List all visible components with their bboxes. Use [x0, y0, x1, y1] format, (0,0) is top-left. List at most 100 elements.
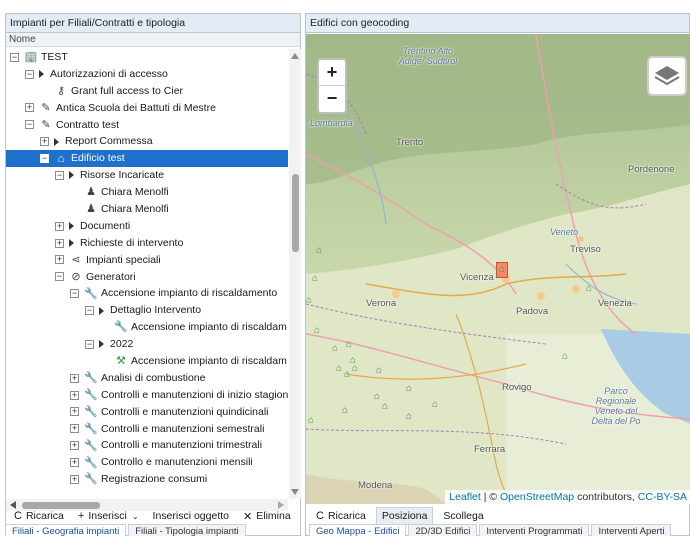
- tree-row[interactable]: ♟ Chiara Menolfi: [6, 201, 288, 218]
- scroll-thumb[interactable]: [292, 174, 299, 252]
- tree-row[interactable]: − 2022: [6, 336, 288, 353]
- tree-row[interactable]: − Autorizzazioni di accesso: [6, 66, 288, 83]
- geocoding-map[interactable]: Trentino Alto Adige/ Südtirol Lombardia …: [306, 34, 690, 504]
- osm-link[interactable]: OpenStreetMap: [500, 491, 574, 503]
- building-marker-grey[interactable]: ⌂: [376, 366, 382, 376]
- building-marker-grey[interactable]: ⌂: [382, 402, 388, 412]
- tree-row[interactable]: + ⋖ Impianti speciali: [6, 252, 288, 269]
- expand-icon[interactable]: +: [70, 441, 79, 451]
- tree-row[interactable]: − 🏢 TEST: [6, 49, 288, 66]
- tree-row-label: Chiara Menolfi: [101, 186, 169, 199]
- tab-geo-mappa[interactable]: Geo Mappa - Edifici: [309, 524, 407, 536]
- building-marker[interactable]: ⌂: [332, 344, 338, 354]
- scroll-up-icon[interactable]: [291, 53, 299, 59]
- expand-icon[interactable]: +: [70, 407, 79, 417]
- tree-row[interactable]: − ⊘ Generatori: [6, 269, 288, 286]
- expand-icon[interactable]: +: [70, 373, 79, 383]
- selected-building-marker[interactable]: ⌂: [496, 262, 509, 278]
- tab-filiali-tipologia[interactable]: Filiali - Tipologia impianti: [128, 524, 246, 536]
- expand-icon[interactable]: +: [55, 255, 64, 265]
- tree-row[interactable]: 🔧 Accensione impianto di riscaldam: [6, 319, 288, 336]
- tree-row[interactable]: ♟ Chiara Menolfi: [6, 184, 288, 201]
- collapse-icon[interactable]: −: [40, 154, 49, 164]
- tree-row[interactable]: − 🔧 Accensione impianto di riscaldamento: [6, 285, 288, 302]
- tree-row[interactable]: ⚒ Accensione impianto di riscaldam: [6, 353, 288, 370]
- tree-row[interactable]: + 🔧 Controlli e manutenzioni semestrali: [6, 421, 288, 438]
- tree-row[interactable]: − Risorse Incaricate: [6, 167, 288, 184]
- expand-icon[interactable]: +: [70, 474, 79, 484]
- collapse-icon[interactable]: −: [25, 120, 34, 130]
- column-header-nome[interactable]: Nome: [6, 33, 300, 47]
- license-link[interactable]: CC-BY-SA: [638, 491, 687, 503]
- tab-filiali-geografia[interactable]: Filiali - Geografia impianti: [5, 524, 127, 536]
- tree-row[interactable]: + Richieste di intervento: [6, 235, 288, 252]
- tree-row[interactable]: − Dettaglio Intervento: [6, 302, 288, 319]
- building-marker-grey[interactable]: ⌂: [406, 384, 412, 394]
- tree-row[interactable]: + 🔧 Analisi di combustione: [6, 370, 288, 387]
- tree-vertical-scrollbar[interactable]: [289, 49, 301, 499]
- expand-icon[interactable]: +: [70, 390, 79, 400]
- expand-icon[interactable]: +: [70, 424, 79, 434]
- plant-tree[interactable]: − 🏢 TEST − Autorizzazioni di accesso ⚷ Grant f…: [6, 49, 288, 499]
- building-marker[interactable]: ⌂: [312, 274, 318, 284]
- building-marker-grey[interactable]: ⌂: [342, 406, 348, 416]
- tree-row[interactable]: + 🔧 Controlli e manutenzioni trimestrali: [6, 437, 288, 454]
- expand-icon[interactable]: +: [40, 137, 49, 147]
- tree-row[interactable]: + 🔧 Controllo e manutenzioni mensili: [6, 454, 288, 471]
- collapse-icon[interactable]: −: [85, 306, 94, 316]
- folder-arrow-icon: [39, 70, 44, 79]
- expand-icon[interactable]: +: [25, 103, 34, 113]
- detach-button[interactable]: Scollega: [439, 510, 487, 522]
- map-reload-button[interactable]: C Ricarica: [312, 510, 370, 522]
- building-marker[interactable]: ⌂: [308, 416, 314, 426]
- building-marker[interactable]: ⌂: [350, 356, 356, 366]
- collapse-icon[interactable]: −: [10, 52, 19, 62]
- building-marker-grey[interactable]: ⌂: [432, 400, 438, 410]
- place-trento: Trento: [396, 137, 424, 148]
- expand-icon[interactable]: +: [70, 458, 79, 468]
- expand-icon[interactable]: +: [55, 221, 64, 231]
- reload-button[interactable]: C Ricarica: [10, 510, 68, 522]
- building-marker[interactable]: ⌂: [336, 364, 342, 374]
- tree-row[interactable]: + ✎ Antica Scuola dei Battuti di Mestre: [6, 100, 288, 117]
- zoom-out-button[interactable]: −: [319, 86, 345, 112]
- building-marker[interactable]: ⌂: [314, 326, 320, 336]
- zoom-in-button[interactable]: +: [319, 60, 345, 86]
- building-marker[interactable]: ⌂: [344, 370, 350, 380]
- plus-icon: +: [77, 510, 85, 522]
- building-marker[interactable]: ⌂: [586, 284, 592, 294]
- collapse-icon[interactable]: −: [55, 170, 64, 180]
- tree-row-label: Richieste di intervento: [80, 236, 184, 249]
- building-marker-grey[interactable]: ⌂: [406, 412, 412, 422]
- tree-row[interactable]: + Report Commessa: [6, 133, 288, 150]
- tree-row[interactable]: − ✎ Contratto test: [6, 117, 288, 134]
- collapse-icon[interactable]: −: [55, 272, 64, 282]
- tree-row[interactable]: + 🔧 Registrazione consumi: [6, 471, 288, 488]
- delete-button[interactable]: ✕ Elimina: [239, 510, 295, 523]
- building-marker[interactable]: ⌂: [316, 246, 322, 256]
- tree-row-label: Registrazione consumi: [101, 473, 208, 486]
- tab-interventi-programmati[interactable]: Interventi Programmati: [479, 524, 590, 536]
- tree-row[interactable]: + 🔧 Controlli e manutenzioni quindicinali: [6, 404, 288, 421]
- scroll-down-icon[interactable]: [291, 489, 299, 495]
- tab-2d3d-edifici[interactable]: 2D/3D Edifici: [408, 524, 478, 536]
- expand-icon[interactable]: +: [55, 238, 64, 248]
- tree-row-label: Impianti speciali: [86, 253, 161, 266]
- building-marker[interactable]: ⌂: [306, 296, 312, 306]
- tree-row[interactable]: − ⌂ Edificio test: [6, 150, 288, 168]
- tab-interventi-aperti[interactable]: Interventi Aperti: [591, 524, 672, 536]
- building-marker[interactable]: ⌂: [562, 352, 568, 362]
- tree-row[interactable]: + 🔧 Controlli e manutenzioni di inizio sta…: [6, 387, 288, 404]
- insert-object-button[interactable]: Inserisci oggetto: [149, 510, 233, 522]
- building-marker-grey[interactable]: ⌂: [374, 392, 380, 402]
- collapse-icon[interactable]: −: [70, 289, 79, 299]
- collapse-icon[interactable]: −: [85, 339, 94, 349]
- tree-row[interactable]: ⚷ Grant full access to Cier: [6, 83, 288, 100]
- leaflet-link[interactable]: Leaflet: [449, 491, 481, 503]
- building-marker[interactable]: ⌂: [346, 340, 352, 350]
- position-button[interactable]: Posiziona: [375, 507, 434, 525]
- collapse-icon[interactable]: −: [25, 69, 34, 79]
- layers-button[interactable]: [647, 56, 687, 96]
- tree-row[interactable]: + Documenti: [6, 218, 288, 235]
- insert-button[interactable]: + Inserisci ⌄: [74, 510, 143, 522]
